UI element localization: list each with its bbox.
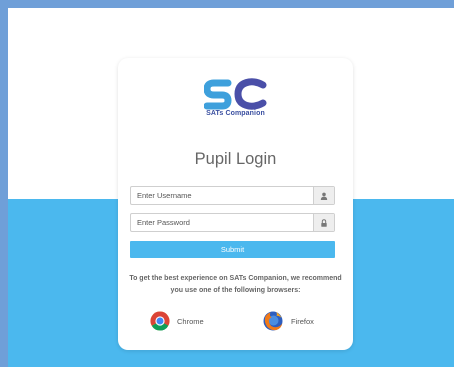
sc-logo-icon [203, 78, 266, 110]
page-title: Pupil Login [194, 150, 277, 168]
firefox-label: Firefox [291, 316, 314, 326]
username-field [130, 186, 335, 205]
user-icon [313, 187, 334, 204]
browser-firefox: Firefox [262, 310, 314, 332]
lock-icon [313, 214, 334, 231]
username-input[interactable] [131, 187, 319, 204]
browser-recommendation-text: To get the best experience on SATs Compa… [129, 275, 342, 294]
brand-logo [118, 78, 353, 110]
password-field [130, 213, 335, 232]
password-input[interactable] [131, 214, 319, 231]
brand-name: SATs Companion [206, 110, 265, 117]
chrome-icon [150, 311, 170, 331]
chrome-label: Chrome [177, 316, 204, 326]
firefox-icon [263, 311, 283, 331]
page-frame: SATs Companion Pupil Login Submit To get [8, 8, 454, 367]
submit-button[interactable]: Submit [130, 241, 335, 258]
login-card: SATs Companion Pupil Login Submit To get [118, 58, 353, 350]
browser-chrome: Chrome [150, 310, 204, 332]
